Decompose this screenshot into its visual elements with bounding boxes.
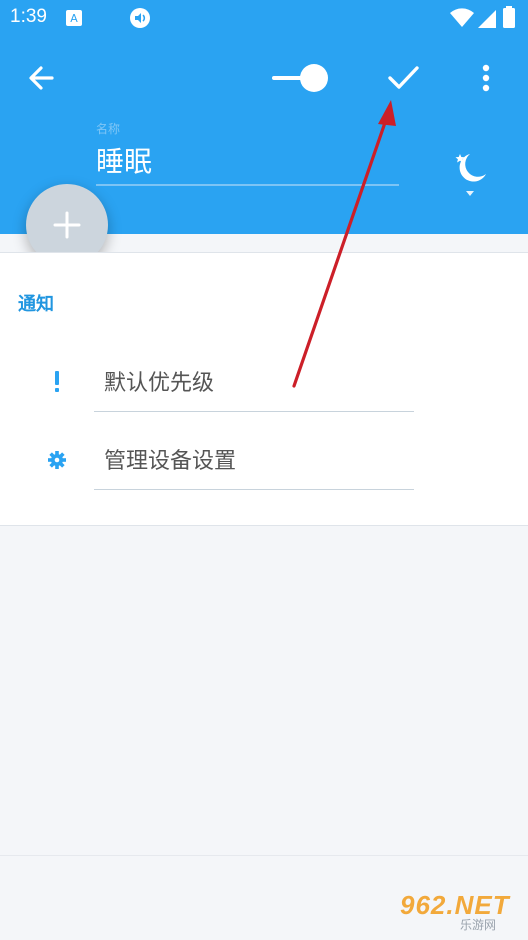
watermark-subtext: 乐游网 [460, 918, 497, 932]
bottom-divider [0, 855, 528, 856]
section-title-notifications: 通知 [18, 294, 54, 315]
more-vert-icon[interactable] [472, 58, 500, 98]
name-input[interactable]: 睡眠 [96, 140, 399, 186]
exclamation-icon [55, 371, 59, 392]
device-settings-row[interactable]: 管理设备设置 [0, 425, 528, 501]
default-priority-label: 默认优先级 [104, 371, 215, 396]
back-arrow-icon[interactable] [22, 58, 62, 98]
wifi-icon [450, 8, 474, 27]
status-bar: 1:39 A [0, 0, 528, 36]
checkmark-icon[interactable] [382, 56, 424, 98]
notifications-card: 通知 默认优先级 管理设备设置 [0, 252, 528, 526]
moon-stars-icon[interactable] [448, 146, 492, 200]
row-divider [94, 411, 414, 412]
battery-icon [503, 6, 515, 28]
plus-icon [53, 211, 81, 239]
status-time: 1:39 [10, 6, 47, 27]
signal-icon [478, 10, 496, 28]
volume-icon [130, 8, 150, 28]
svg-text:A: A [70, 12, 78, 25]
name-field-label: 名称 [96, 122, 121, 136]
gear-icon [48, 451, 66, 469]
watermark: 962.NET 乐游网 [394, 888, 524, 934]
default-priority-row[interactable]: 默认优先级 [0, 347, 528, 423]
toggle-switch-icon[interactable] [270, 58, 332, 98]
keyboard-a-icon: A [66, 10, 82, 26]
row-divider [94, 489, 414, 490]
device-settings-label: 管理设备设置 [104, 449, 237, 474]
